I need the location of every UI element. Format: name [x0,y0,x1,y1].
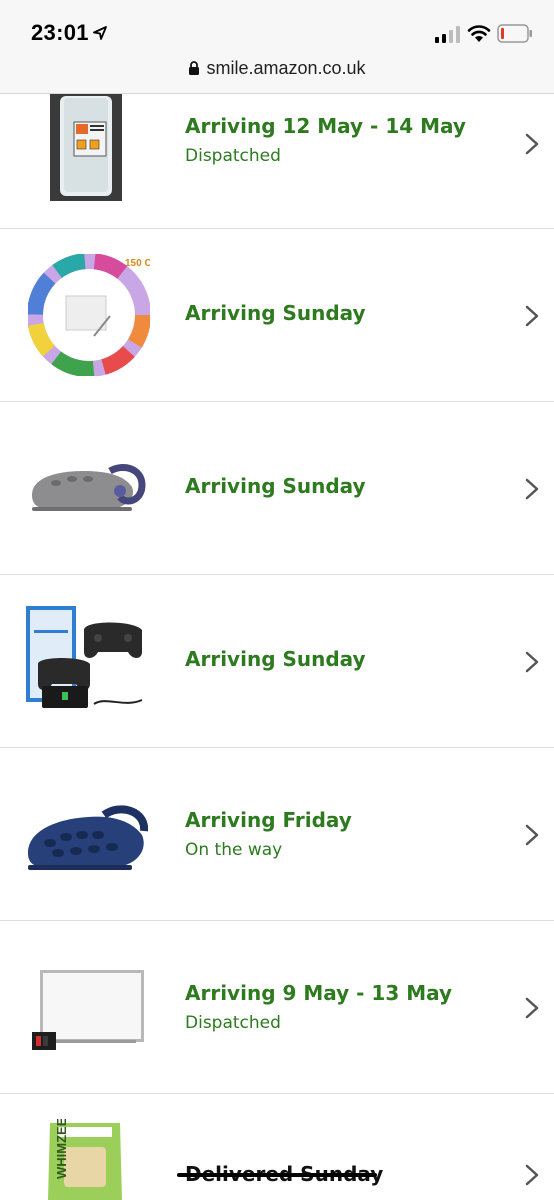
battery-low-icon [497,24,532,43]
order-title: Arriving Friday [185,808,352,832]
address-bar[interactable]: smile.amazon.co.uk [0,58,554,79]
status-time: 23:01 [31,20,89,45]
order-title: Arriving Sunday [185,647,366,671]
order-title: Arriving Sunday [185,301,366,325]
order-row-2[interactable]: 150 Colours Arriving Sunday [0,229,554,402]
whiteboard-image [32,970,144,1050]
order-row-1[interactable]: Arriving 12 May - 14 May Dispatched [0,94,554,229]
grey-clog-image [32,464,146,511]
chevron-right-icon [525,651,539,673]
lock-icon [189,61,200,75]
order-title: Delivered Sunday [177,1162,383,1186]
navy-clog-image [28,805,148,870]
order-title: Arriving Sunday [185,474,366,498]
chevron-right-icon [525,824,539,846]
url-text: smile.amazon.co.uk [206,58,366,78]
wifi-icon [467,25,491,42]
chevron-right-icon [525,997,539,1019]
chevron-right-icon [525,478,539,500]
order-status: Dispatched [185,146,281,166]
chevron-right-icon [525,133,539,155]
cellular-signal-icon [435,26,460,43]
order-title: Arriving 12 May - 14 May [185,114,466,138]
order-status: On the way [185,840,283,860]
whimzees-brand: WHIMZEES [54,1119,69,1179]
whimzees-chews-image: WHIMZEES [48,1119,122,1200]
embroidery-thread-image: 150 Colours [28,254,150,376]
order-row-5[interactable]: Arriving Friday On the way [0,748,554,921]
chevron-right-icon [525,1164,539,1186]
chevron-right-icon [525,305,539,327]
order-row-4[interactable]: Arriving Sunday [0,575,554,748]
thread-count-badge: 150 Colours [125,258,150,269]
order-row-6[interactable]: Arriving 9 May - 13 May Dispatched [0,921,554,1094]
order-row-3[interactable]: Arriving Sunday [0,402,554,575]
controller-charger-image [26,606,143,708]
location-arrow-icon [93,26,107,40]
solvent-bottle-image [50,94,122,201]
order-title: Arriving 9 May - 13 May [185,981,453,1005]
redaction-stroke [177,1173,377,1177]
order-row-7[interactable]: WHIMZEES Delivered Sunday [0,1094,554,1200]
order-status: Dispatched [185,1013,281,1033]
browser-header: 23:01 smile.amazon.co.uk [0,0,554,94]
